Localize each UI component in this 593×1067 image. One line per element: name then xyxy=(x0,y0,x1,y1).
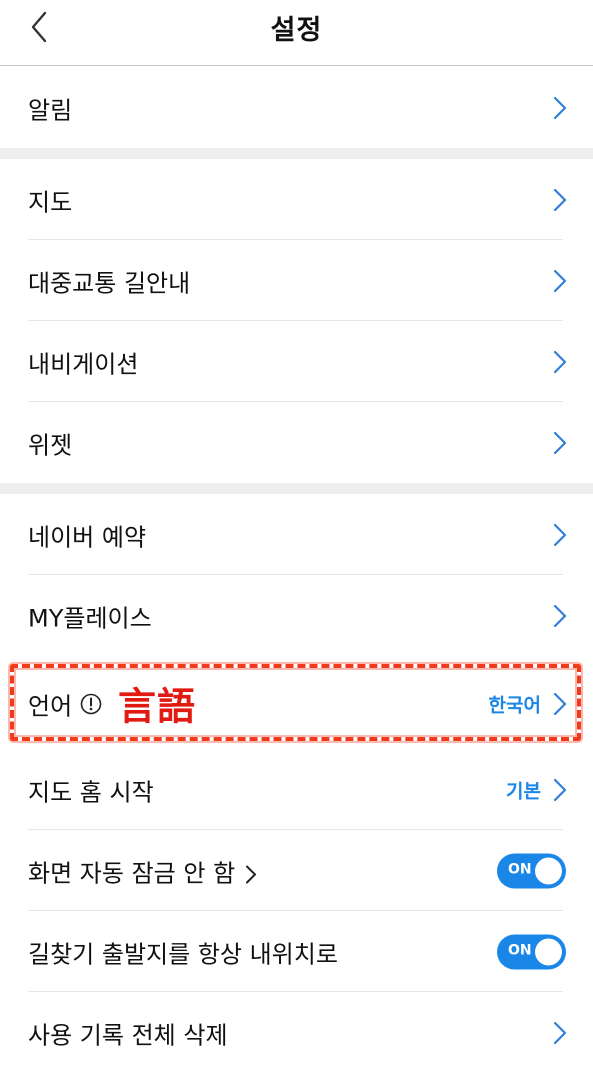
section-separator xyxy=(0,148,593,159)
language-value: 한국어 xyxy=(488,694,541,717)
settings-row-navigation[interactable]: 내비게이션 xyxy=(0,321,593,402)
row-label: 길찾기 출발지를 항상 내위치로 xyxy=(28,940,338,968)
settings-screen: 설정 알림 지도 대중교통 길안내 내비게이션 위젯 네이버 예약 MY플레이스… xyxy=(0,0,593,1067)
settings-row-widget[interactable]: 위젯 xyxy=(0,402,593,483)
chevron-right-icon xyxy=(553,269,567,292)
chevron-right-icon xyxy=(553,778,567,801)
settings-row-alerts[interactable]: 알림 xyxy=(0,67,593,148)
chevron-right-icon xyxy=(553,1021,567,1044)
row-label: 네이버 예약 xyxy=(28,523,147,551)
settings-row-screen-lock: 화면 자동 잠금 안 함 ON xyxy=(0,830,593,911)
row-label[interactable]: 화면 자동 잠금 안 함 xyxy=(28,853,257,888)
settings-row-delete-history[interactable]: 사용 기록 전체 삭제 xyxy=(0,992,593,1067)
screen-lock-label: 화면 자동 잠금 안 함 xyxy=(28,859,236,887)
chevron-right-icon xyxy=(246,865,257,883)
row-label: 알림 xyxy=(28,96,73,124)
header-bar: 설정 xyxy=(0,0,593,66)
settings-row-route-start: 길찾기 출발지를 항상 내위치로 ON xyxy=(0,911,593,992)
chevron-right-icon xyxy=(553,692,567,716)
settings-row-map-home[interactable]: 지도 홈 시작 기본 xyxy=(0,749,593,830)
row-label: 지도 홈 시작 xyxy=(28,778,154,806)
info-icon[interactable] xyxy=(80,693,102,715)
settings-row-map[interactable]: 지도 xyxy=(0,159,593,240)
toggle-state: ON xyxy=(508,942,532,958)
row-label: 위젯 xyxy=(28,431,73,459)
toggle-knob xyxy=(535,857,562,884)
row-label: 대중교통 길안내 xyxy=(28,269,191,297)
settings-row-myplace[interactable]: MY플레이스 xyxy=(0,575,593,656)
toggle-knob xyxy=(535,938,562,965)
page-title: 설정 xyxy=(270,15,323,46)
map-home-value: 기본 xyxy=(506,780,541,802)
row-label: 언어 xyxy=(28,692,73,721)
screen-lock-toggle[interactable]: ON xyxy=(497,853,566,888)
settings-row-reservation[interactable]: 네이버 예약 xyxy=(0,494,593,575)
chevron-right-icon xyxy=(553,188,567,211)
chevron-right-icon xyxy=(553,96,567,119)
chevron-right-icon xyxy=(553,523,567,546)
row-label: 내비게이션 xyxy=(28,350,139,378)
route-start-toggle[interactable]: ON xyxy=(497,934,566,969)
section-separator xyxy=(0,483,593,494)
row-label: MY플레이스 xyxy=(28,604,152,632)
chevron-right-icon xyxy=(553,431,567,454)
toggle-state: ON xyxy=(508,861,532,877)
row-label: 사용 기록 전체 삭제 xyxy=(28,1021,228,1049)
chevron-right-icon xyxy=(553,604,567,627)
settings-row-transit[interactable]: 대중교통 길안내 xyxy=(0,240,593,321)
row-label: 지도 xyxy=(28,188,73,216)
settings-row-language[interactable]: 언어 言語 한국어 xyxy=(0,663,593,745)
chevron-right-icon xyxy=(553,350,567,373)
language-annotation: 言語 xyxy=(118,683,197,729)
